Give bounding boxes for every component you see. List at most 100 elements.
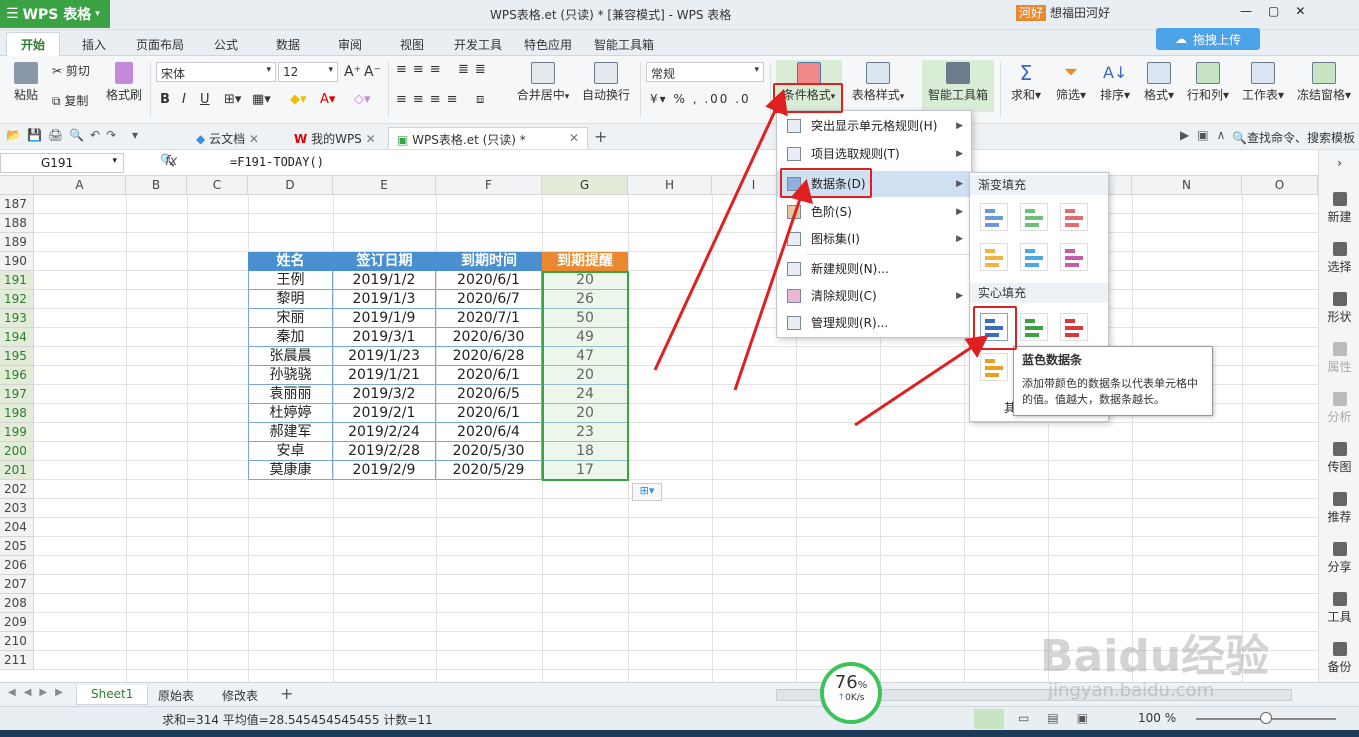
row-header[interactable]: 190 — [0, 252, 34, 271]
close-icon[interactable]: ✕ — [366, 132, 376, 146]
table-cell[interactable]: 2019/2/1 — [333, 404, 436, 423]
table-cell[interactable]: 袁丽丽 — [248, 385, 333, 404]
quick-access-icons[interactable]: 📂💾🖨🔍↶↷ ▾ — [6, 128, 144, 142]
row-header[interactable]: 204 — [0, 518, 34, 537]
table-cell[interactable]: 2019/2/28 — [333, 442, 436, 461]
underline-icon[interactable]: U — [200, 92, 210, 107]
table-cell[interactable]: 2019/3/2 — [333, 385, 436, 404]
row-header[interactable]: 189 — [0, 233, 34, 252]
name-box[interactable]: G191 ▾ — [0, 153, 124, 173]
indent-icons[interactable]: ≣≣ — [458, 62, 492, 77]
upload-button[interactable]: ☁ 拖拽上传 — [1156, 28, 1260, 50]
panel-collapse-icon[interactable]: › — [1319, 156, 1359, 170]
column-header[interactable]: D — [248, 176, 333, 195]
distribute-icon[interactable]: ⧈ — [476, 92, 484, 107]
panel-upload-image[interactable]: 传图 — [1319, 442, 1359, 475]
gradient-orange-databar[interactable] — [980, 243, 1008, 271]
normal-view-icon[interactable] — [974, 709, 1004, 729]
sheet-tab-original[interactable]: 原始表 — [144, 685, 208, 705]
sheet-tab-modified[interactable]: 修改表 — [208, 685, 272, 705]
fx-icon[interactable]: fx — [165, 154, 177, 169]
row-header[interactable]: 211 — [0, 651, 34, 670]
table-cell[interactable]: 2020/6/1 — [436, 366, 542, 385]
search-command[interactable]: 🔍查找命令、搜索模板 — [1232, 129, 1355, 146]
wrap-text-button[interactable]: 自动换行 — [580, 62, 632, 103]
user-area[interactable]: 河好 想福田河好 — [1016, 4, 1110, 21]
column-header[interactable]: A — [34, 176, 126, 195]
table-cell[interactable]: 2020/6/5 — [436, 385, 542, 404]
table-cell[interactable]: 2019/2/24 — [333, 423, 436, 442]
cut-button[interactable]: ✂ 剪切 — [52, 62, 98, 79]
minimize-icon[interactable]: — — [1240, 4, 1252, 18]
table-cell[interactable]: 安卓 — [248, 442, 333, 461]
table-cell[interactable]: 王例 — [248, 271, 333, 290]
sheet-tab-sheet1[interactable]: Sheet1 — [76, 685, 149, 705]
tab-developer[interactable]: 开发工具 — [454, 36, 502, 53]
panel-new[interactable]: 新建 — [1319, 192, 1359, 225]
grow-font-icon[interactable]: A⁺ — [344, 64, 361, 80]
number-format-icons[interactable]: ¥▾ % ‚ .00 .0 — [650, 92, 751, 106]
row-header[interactable]: 200 — [0, 442, 34, 461]
row-header[interactable]: 198 — [0, 404, 34, 423]
tab-view[interactable]: 视图 — [400, 36, 424, 53]
wps-menu-button[interactable]: ☰ WPS 表格 ▾ — [0, 0, 110, 28]
row-header[interactable]: 208 — [0, 594, 34, 613]
doc-tab-mywps[interactable]: W 我的WPS ✕ — [286, 127, 384, 149]
row-header[interactable]: 193 — [0, 309, 34, 328]
copy-button[interactable]: ⧉ 复制 — [52, 92, 98, 109]
row-header[interactable]: 205 — [0, 537, 34, 556]
panel-backup[interactable]: 备份 — [1319, 642, 1359, 675]
column-header[interactable]: B — [126, 176, 187, 195]
table-cell[interactable]: 2019/1/23 — [333, 347, 436, 366]
panel-share[interactable]: 分享 — [1319, 542, 1359, 575]
table-cell[interactable]: 郝建军 — [248, 423, 333, 442]
shrink-font-icon[interactable]: A⁻ — [364, 64, 381, 80]
clear-format-icon[interactable]: ◇▾ — [354, 92, 371, 107]
worksheet-button[interactable]: 工作表▾ — [1238, 62, 1288, 103]
spreadsheet-grid[interactable]: A B C D E F G H I J K L M N O 1871881891… — [0, 176, 1318, 682]
tab-formula[interactable]: 公式 — [214, 36, 238, 53]
solid-green-databar[interactable] — [1020, 313, 1048, 341]
tab-start[interactable]: 开始 — [6, 32, 61, 56]
fill-color-icon[interactable]: ◆▾ — [290, 92, 307, 107]
italic-icon[interactable]: I — [182, 92, 186, 107]
quick-analysis-icon[interactable]: ⊞▾ — [632, 483, 662, 501]
gradient-red-databar[interactable] — [1060, 203, 1088, 231]
horizontal-align-icons[interactable]: ≡≡≡≡ — [396, 92, 464, 107]
table-cell[interactable]: 宋丽 — [248, 309, 333, 328]
border-icon[interactable]: ⊞▾ — [224, 92, 241, 107]
menu-clear-rules[interactable]: 清除规则(C) ▶ — [777, 283, 971, 309]
table-cell[interactable]: 2020/5/29 — [436, 461, 542, 480]
add-sheet-icon[interactable]: + — [280, 684, 293, 703]
table-style-button[interactable]: 表格样式▾ — [846, 62, 910, 103]
menu-new-rule[interactable]: 新建规则(N)... — [777, 256, 971, 282]
format-button[interactable]: 格式▾ — [1138, 62, 1180, 103]
table-cell[interactable]: 2020/6/1 — [436, 404, 542, 423]
select-all-corner[interactable] — [0, 176, 34, 195]
column-header[interactable]: F — [436, 176, 542, 195]
panel-analysis[interactable]: 分析 — [1319, 392, 1359, 425]
filter-button[interactable]: ⏷ 筛选▾ — [1050, 62, 1092, 103]
bold-icon[interactable]: B — [160, 92, 170, 107]
sheet-nav-icons[interactable]: ◀◀▶▶ — [8, 687, 71, 698]
column-header[interactable]: E — [333, 176, 436, 195]
row-header[interactable]: 201 — [0, 461, 34, 480]
column-header[interactable]: N — [1132, 176, 1242, 195]
column-header[interactable]: G — [542, 176, 628, 195]
table-cell[interactable]: 2019/1/21 — [333, 366, 436, 385]
smart-toolbox-button[interactable]: 智能工具箱 — [922, 60, 994, 112]
tab-review[interactable]: 审阅 — [338, 36, 362, 53]
row-header[interactable]: 195 — [0, 347, 34, 366]
gradient-lightblue-databar[interactable] — [1020, 243, 1048, 271]
row-header[interactable]: 191 — [0, 271, 34, 290]
table-cell[interactable]: 2019/3/1 — [333, 328, 436, 347]
row-header[interactable]: 187 — [0, 195, 34, 214]
tab-insert[interactable]: 插入 — [82, 36, 106, 53]
row-header[interactable]: 196 — [0, 366, 34, 385]
maximize-icon[interactable]: ▢ — [1268, 4, 1279, 18]
panel-properties[interactable]: 属性 — [1319, 342, 1359, 375]
table-cell[interactable]: 2019/1/3 — [333, 290, 436, 309]
table-cell[interactable]: 2019/1/9 — [333, 309, 436, 328]
merge-center-button[interactable]: 合并居中▾ — [512, 62, 574, 103]
row-header[interactable]: 194 — [0, 328, 34, 347]
